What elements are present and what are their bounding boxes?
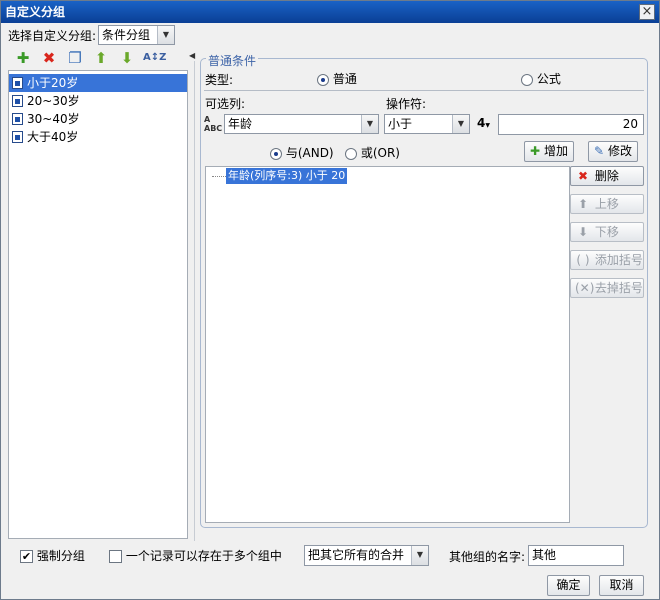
- column-label: 可选列:: [205, 97, 246, 111]
- divider: [204, 90, 644, 91]
- list-item[interactable]: 20~30岁: [9, 92, 187, 110]
- type-normal-radio[interactable]: 普通: [317, 70, 357, 87]
- or-label: 或(OR): [360, 146, 400, 160]
- document-icon: [12, 131, 23, 143]
- copy-icon[interactable]: ❐: [65, 49, 85, 67]
- document-icon: [12, 113, 23, 125]
- section-title: 普通条件: [206, 52, 259, 69]
- chevron-down-icon: ▼: [411, 546, 428, 565]
- remove-bracket-icon: (✕): [575, 281, 595, 295]
- list-item[interactable]: 30~40岁: [9, 110, 187, 128]
- move-up-label: 上移: [594, 197, 619, 211]
- number-type-button[interactable]: 4▼: [477, 115, 495, 135]
- plus-icon[interactable]: ✚: [13, 49, 33, 67]
- other-name-input[interactable]: 其他: [528, 545, 624, 566]
- collapse-arrow-icon[interactable]: ◀: [189, 51, 195, 60]
- red-x-icon: ✖: [577, 169, 589, 183]
- document-icon: [12, 95, 23, 107]
- move-down-label: 下移: [594, 225, 619, 239]
- checkmark-icon: ✔: [20, 550, 33, 563]
- modify-button[interactable]: ✎ 修改: [588, 141, 638, 162]
- or-radio[interactable]: 或(OR): [345, 144, 400, 161]
- cancel-button[interactable]: 取消: [599, 575, 644, 596]
- value-text: 20: [622, 117, 638, 131]
- tree-item[interactable]: 年龄(列序号:3) 小于 20: [226, 168, 348, 184]
- plus-icon: ✚: [530, 144, 541, 158]
- type-label: 类型:: [205, 73, 234, 87]
- tree-item-label: 年龄(列序号:3) 小于 20: [228, 169, 346, 182]
- operator-select[interactable]: 小于 ▼: [384, 114, 470, 134]
- other-name-label: 其他组的名字:: [449, 550, 526, 564]
- radio-unchecked-icon: [521, 73, 533, 86]
- group-list[interactable]: 小于20岁 20~30岁 30~40岁 大于40岁: [8, 70, 188, 539]
- chevron-down-icon: ▼: [361, 115, 378, 133]
- remove-bracket-label: 去掉括号: [594, 281, 643, 295]
- type-formula-label: 公式: [536, 72, 561, 86]
- group-label: 20~30岁: [27, 94, 80, 108]
- list-item[interactable]: 小于20岁: [9, 74, 187, 92]
- arrow-up-icon: ⬆: [577, 197, 589, 211]
- ok-label: 确定: [556, 578, 581, 592]
- delete-label: 删除: [594, 169, 619, 183]
- and-label: 与(AND): [285, 146, 334, 160]
- force-group-checkbox[interactable]: ✔ 强制分组: [20, 547, 85, 564]
- checkbox-empty-icon: [109, 550, 122, 563]
- window-title: 自定义分组: [5, 5, 66, 19]
- cancel-label: 取消: [609, 578, 634, 592]
- move-up-button[interactable]: ⬆ 上移: [570, 194, 644, 214]
- add-button-label: 增加: [543, 144, 568, 158]
- group-type-value: 条件分组: [102, 28, 151, 42]
- other-name-value: 其他: [532, 548, 557, 562]
- close-button[interactable]: ×: [639, 4, 655, 20]
- group-type-select[interactable]: 条件分组 ▼: [98, 25, 175, 45]
- multi-group-checkbox[interactable]: 一个记录可以存在于多个组中: [109, 547, 282, 564]
- modify-button-label: 修改: [607, 144, 632, 158]
- select-group-label: 选择自定义分组:: [8, 29, 97, 43]
- add-bracket-button[interactable]: ( ) 添加括号: [570, 250, 644, 270]
- chevron-down-icon: ▼: [157, 26, 174, 44]
- title-bar: 自定义分组: [1, 1, 659, 23]
- condition-tree[interactable]: 年龄(列序号:3) 小于 20: [205, 166, 570, 523]
- add-button[interactable]: ✚ 增加: [524, 141, 574, 162]
- merge-value: 把其它所有的合并: [308, 548, 405, 562]
- group-label: 小于20岁: [27, 76, 79, 90]
- column-select[interactable]: 年龄 ▼: [224, 114, 379, 134]
- move-down-button[interactable]: ⬇ 下移: [570, 222, 644, 242]
- multi-group-label: 一个记录可以存在于多个组中: [125, 549, 282, 563]
- value-input[interactable]: 20: [498, 114, 644, 135]
- dialog-window: 自定义分组 × 选择自定义分组: 条件分组 ▼ ✚ ✖ ❐ ⬆ ⬇ A↕Z ◀ …: [0, 0, 660, 600]
- chevron-down-icon: ▼: [452, 115, 469, 133]
- document-icon: [12, 77, 23, 89]
- red-x-icon[interactable]: ✖: [39, 49, 59, 67]
- radio-unchecked-icon: [345, 147, 357, 160]
- arrow-down-icon: ⬇: [577, 225, 589, 239]
- delete-button[interactable]: ✖ 删除: [570, 166, 644, 186]
- operator-value: 小于: [388, 117, 413, 131]
- radio-checked-icon: [270, 147, 282, 160]
- type-normal-label: 普通: [332, 72, 357, 86]
- ok-button[interactable]: 确定: [547, 575, 590, 596]
- type-formula-radio[interactable]: 公式: [521, 70, 561, 87]
- radio-checked-icon: [317, 73, 329, 86]
- bracket-icon: ( ): [576, 253, 590, 267]
- arrow-down-icon[interactable]: ⬇: [117, 49, 137, 67]
- group-label: 30~40岁: [27, 112, 80, 126]
- edit-icon: ✎: [594, 144, 605, 158]
- close-icon: ×: [641, 4, 653, 19]
- merge-select[interactable]: 把其它所有的合并 ▼: [304, 545, 429, 566]
- column-value: 年龄: [228, 117, 253, 131]
- abc-type-icon: A ABC: [204, 115, 223, 133]
- and-radio[interactable]: 与(AND): [270, 144, 334, 161]
- tree-connector: [212, 176, 226, 177]
- list-item[interactable]: 大于40岁: [9, 128, 187, 146]
- sort-az-icon[interactable]: A↕Z: [143, 49, 166, 67]
- arrow-up-icon[interactable]: ⬆: [91, 49, 111, 67]
- operator-label: 操作符:: [386, 97, 427, 111]
- group-label: 大于40岁: [27, 130, 79, 144]
- splitter[interactable]: [194, 61, 195, 541]
- force-group-label: 强制分组: [36, 549, 85, 563]
- add-bracket-label: 添加括号: [594, 253, 643, 267]
- remove-bracket-button[interactable]: (✕) 去掉括号: [570, 278, 644, 298]
